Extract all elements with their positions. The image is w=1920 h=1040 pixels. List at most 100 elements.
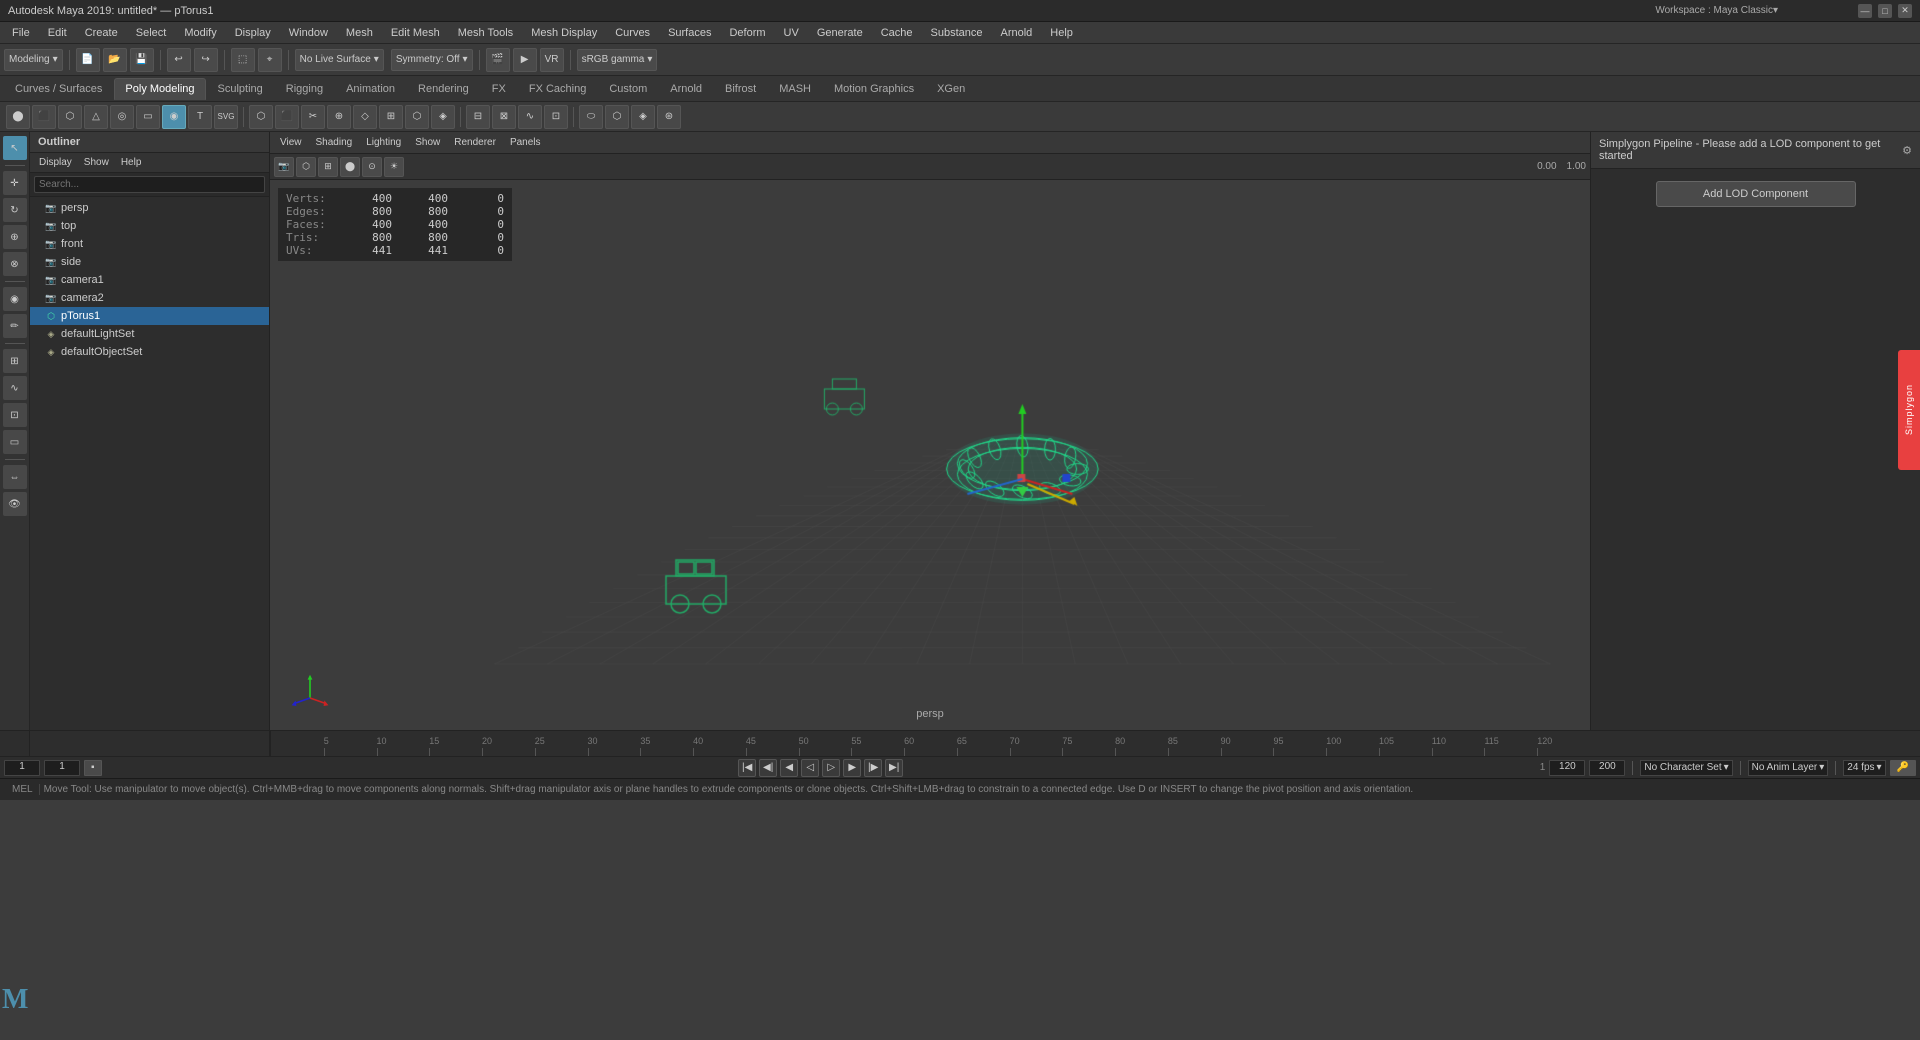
smooth-tool[interactable]: ⬭	[579, 105, 603, 129]
simplygon-side-tab[interactable]: Simplygon	[1898, 350, 1920, 470]
crease-tool[interactable]: ∿	[518, 105, 542, 129]
tab-fx[interactable]: FX	[481, 78, 517, 100]
disc-tool[interactable]: ◉	[162, 105, 186, 129]
svg-tool[interactable]: SVG	[214, 105, 238, 129]
cylinder-tool[interactable]: ⬡	[58, 105, 82, 129]
undo-button[interactable]: ↩	[167, 48, 191, 72]
cam-controls-button[interactable]: 🎬	[486, 48, 510, 72]
menu-item-edit[interactable]: Edit	[40, 25, 75, 41]
outliner-item-side[interactable]: 📷side	[30, 253, 269, 271]
play-back-button[interactable]: ◁	[801, 759, 819, 777]
tab-animation[interactable]: Animation	[335, 78, 406, 100]
vp-shade-btn[interactable]: ⬤	[340, 157, 360, 177]
vp-iso-btn[interactable]: ⬡	[296, 157, 316, 177]
tab-rendering[interactable]: Rendering	[407, 78, 480, 100]
live-surface-dropdown[interactable]: No Live Surface ▾	[295, 49, 384, 71]
anim-end-input[interactable]: 200	[1589, 760, 1625, 776]
menu-item-select[interactable]: Select	[128, 25, 175, 41]
menu-item-substance[interactable]: Substance	[923, 25, 991, 41]
vp-wire-btn[interactable]: ⊞	[318, 157, 338, 177]
go-start-button[interactable]: |◀	[738, 759, 756, 777]
menu-item-modify[interactable]: Modify	[176, 25, 224, 41]
tab-fx-caching[interactable]: FX Caching	[518, 78, 597, 100]
viewport-canvas[interactable]: Verts: 400 400 0 Edges: 800 800 0 Faces:…	[270, 180, 1590, 730]
menu-item-file[interactable]: File	[4, 25, 38, 41]
text-tool[interactable]: T	[188, 105, 212, 129]
viewport-3d[interactable]	[270, 180, 1590, 730]
select-tool[interactable]: ↖	[3, 136, 27, 160]
menu-item-generate[interactable]: Generate	[809, 25, 871, 41]
universal-manip[interactable]: ⊗	[3, 252, 27, 276]
menu-item-surfaces[interactable]: Surfaces	[660, 25, 719, 41]
rotate-tool[interactable]: ↻	[3, 198, 27, 222]
outliner-item-pTorus1[interactable]: ⬡pTorus1	[30, 307, 269, 325]
minimize-button[interactable]: —	[1858, 4, 1872, 18]
workspace-selector[interactable]: Workspace : Maya Classic▾	[1655, 5, 1778, 16]
tab-mash[interactable]: MASH	[768, 78, 822, 100]
tab-custom[interactable]: Custom	[598, 78, 658, 100]
timeline-ruler[interactable]: 5101520253035404550556065707580859095100…	[270, 731, 1590, 756]
menu-item-curves[interactable]: Curves	[607, 25, 658, 41]
merge-center-tool[interactable]: ⊛	[657, 105, 681, 129]
cube-tool[interactable]: ⬛	[32, 105, 56, 129]
outliner-item-front[interactable]: 📷front	[30, 235, 269, 253]
autokey-btn[interactable]: 🔑	[1890, 760, 1916, 776]
menu-item-mesh-display[interactable]: Mesh Display	[523, 25, 605, 41]
soft-select[interactable]: ◉	[3, 287, 27, 311]
slide-edge-tool[interactable]: ⊡	[544, 105, 568, 129]
extrude-tool[interactable]: ⊞	[379, 105, 403, 129]
menu-item-edit-mesh[interactable]: Edit Mesh	[383, 25, 448, 41]
char-set-dropdown[interactable]: No Character Set ▾	[1640, 760, 1732, 776]
open-file-button[interactable]: 📂	[103, 48, 127, 72]
range-end-input[interactable]: 120	[1549, 760, 1585, 776]
play-fwd-button[interactable]: ▷	[822, 759, 840, 777]
menu-item-window[interactable]: Window	[281, 25, 336, 41]
fill-hole-tool[interactable]: ◈	[631, 105, 655, 129]
paint-sel[interactable]: ✏	[3, 314, 27, 338]
outliner-menu-help[interactable]: Help	[116, 155, 147, 170]
tab-sculpting[interactable]: Sculpting	[207, 78, 274, 100]
menu-item-mesh-tools[interactable]: Mesh Tools	[450, 25, 521, 41]
menu-item-cache[interactable]: Cache	[873, 25, 921, 41]
tab-arnold[interactable]: Arnold	[659, 78, 713, 100]
view-tool[interactable]: 👁	[3, 492, 27, 516]
chamfer-tool[interactable]: ◈	[431, 105, 455, 129]
redo-button[interactable]: ↪	[194, 48, 218, 72]
menu-item-mesh[interactable]: Mesh	[338, 25, 381, 41]
viewport-menu-panels[interactable]: Panels	[504, 135, 547, 150]
scale-tool[interactable]: ⊕	[3, 225, 27, 249]
multi-cut-tool[interactable]: ✂	[301, 105, 325, 129]
menu-item-deform[interactable]: Deform	[721, 25, 773, 41]
snap-point[interactable]: ⊡	[3, 403, 27, 427]
step-fwd-button[interactable]: ▶	[843, 759, 861, 777]
select-tool-button[interactable]: ⬚	[231, 48, 255, 72]
plane-tool[interactable]: ▭	[136, 105, 160, 129]
snap-surface[interactable]: ▭	[3, 430, 27, 454]
sub-frame-input[interactable]: 1	[44, 760, 80, 776]
viewport-menu-lighting[interactable]: Lighting	[360, 135, 407, 150]
go-end-button[interactable]: ▶|	[885, 759, 903, 777]
viewport-menu-shading[interactable]: Shading	[310, 135, 359, 150]
tab-motion-graphics[interactable]: Motion Graphics	[823, 78, 925, 100]
outliner-item-defaultObjectSet[interactable]: ◈defaultObjectSet	[30, 343, 269, 361]
fps-dropdown[interactable]: 24 fps ▾	[1843, 760, 1885, 776]
menu-item-display[interactable]: Display	[227, 25, 279, 41]
menu-item-create[interactable]: Create	[77, 25, 126, 41]
simplygon-settings-icon[interactable]: ⚙	[1902, 144, 1912, 157]
move-tool[interactable]: ✛	[3, 171, 27, 195]
vp-tex-btn[interactable]: ⊙	[362, 157, 382, 177]
outliner-item-camera2[interactable]: 📷camera2	[30, 289, 269, 307]
add-lod-button[interactable]: Add LOD Component	[1656, 181, 1856, 207]
lasso-tool-button[interactable]: ⌖	[258, 48, 282, 72]
prev-key-button[interactable]: ◀|	[759, 759, 777, 777]
append-poly-tool[interactable]: ⬡	[249, 105, 273, 129]
snap-curve[interactable]: ∿	[3, 376, 27, 400]
tab-curves-/-surfaces[interactable]: Curves / Surfaces	[4, 78, 113, 100]
mirror-tool[interactable]: ⇔	[3, 465, 27, 489]
outliner-item-camera1[interactable]: 📷camera1	[30, 271, 269, 289]
next-key-button[interactable]: |▶	[864, 759, 882, 777]
viewport-menu-renderer[interactable]: Renderer	[448, 135, 502, 150]
tab-bifrost[interactable]: Bifrost	[714, 78, 767, 100]
bevel-tool[interactable]: ◇	[353, 105, 377, 129]
outliner-menu-show[interactable]: Show	[79, 155, 114, 170]
